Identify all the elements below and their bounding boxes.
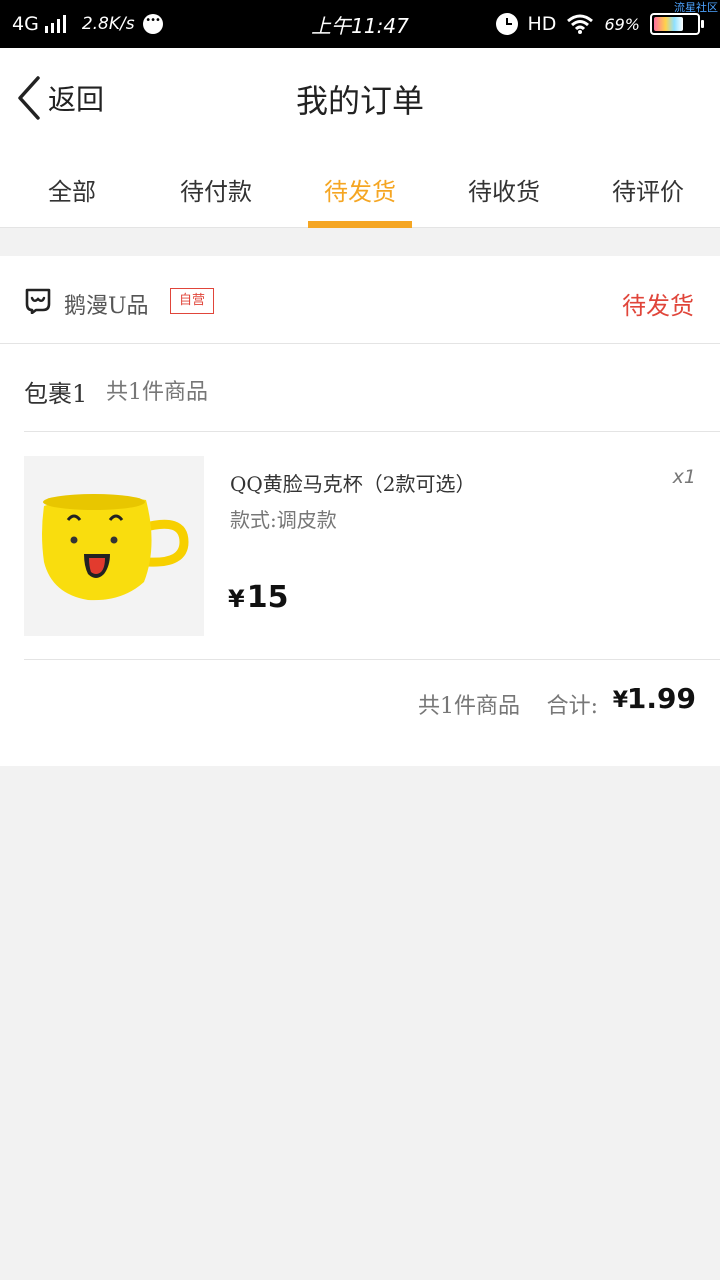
- total-label: 合计:: [546, 694, 598, 719]
- shop-name: 鹅漫U品: [64, 294, 149, 319]
- price-value: 15: [246, 580, 289, 615]
- package-row: 包裹1 共1件商品: [24, 344, 720, 432]
- tab-pending-receipt[interactable]: 待收货: [432, 148, 576, 227]
- nav-header: 返回 我的订单: [0, 48, 720, 148]
- wifi-icon: [567, 14, 594, 34]
- price-currency: ¥: [228, 585, 245, 613]
- package-label: 包裹1: [24, 380, 88, 408]
- shop-row[interactable]: 鹅漫U品 自营 待发货: [0, 256, 720, 344]
- tab-all[interactable]: 全部: [0, 148, 144, 227]
- product-name[interactable]: QQ黄脸马克杯（2款可选）: [230, 468, 476, 497]
- package-count: 共1件商品: [106, 380, 208, 405]
- status-right: HD 69%: [495, 10, 704, 38]
- battery-percent: 69%: [604, 14, 640, 34]
- alarm-icon: [495, 13, 518, 35]
- product-image[interactable]: [24, 456, 204, 636]
- tab-pending-payment[interactable]: 待付款: [144, 148, 288, 227]
- yellow-emoji-mug-icon: [42, 494, 189, 601]
- order-total-row: 共1件商品 合计: ¥ 1.99: [0, 660, 720, 740]
- watermark-text: 流星社区: [674, 1, 718, 14]
- chevron-left-icon: [18, 76, 40, 120]
- tab-pending-shipment[interactable]: 待发货: [288, 148, 432, 228]
- battery-icon: [650, 13, 704, 35]
- shop-logo-icon: [25, 288, 51, 314]
- self-operated-badge: 自营: [170, 288, 215, 314]
- back-label: 返回: [48, 83, 105, 116]
- order-item[interactable]: QQ黄脸马克杯（2款可选） 款式:调皮款 x1 ¥15: [24, 432, 720, 660]
- tab-pending-review[interactable]: 待评价: [576, 148, 720, 227]
- order-status: 待发货: [622, 292, 694, 320]
- total-currency: ¥: [612, 688, 628, 713]
- product-price: ¥15: [228, 580, 288, 615]
- order-tabs: 全部 待付款 待发货 待收货 待评价: [0, 148, 720, 228]
- product-quantity: x1: [672, 466, 696, 488]
- order-card[interactable]: 鹅漫U品 自营 待发货 包裹1 共1件商品 QQ黄脸马克杯（2款可选） 款式:调…: [0, 256, 720, 766]
- total-amount: 1.99: [626, 682, 696, 715]
- total-item-count: 共1件商品: [418, 694, 520, 719]
- status-bar: 4G 2.8K/s ••• 上午11:47 HD 69% 流星社区: [0, 0, 720, 48]
- page-title: 我的订单: [295, 82, 424, 120]
- back-button[interactable]: 返回: [16, 76, 104, 120]
- product-spec: 款式:调皮款: [230, 508, 337, 532]
- hd-indicator: HD: [527, 13, 557, 35]
